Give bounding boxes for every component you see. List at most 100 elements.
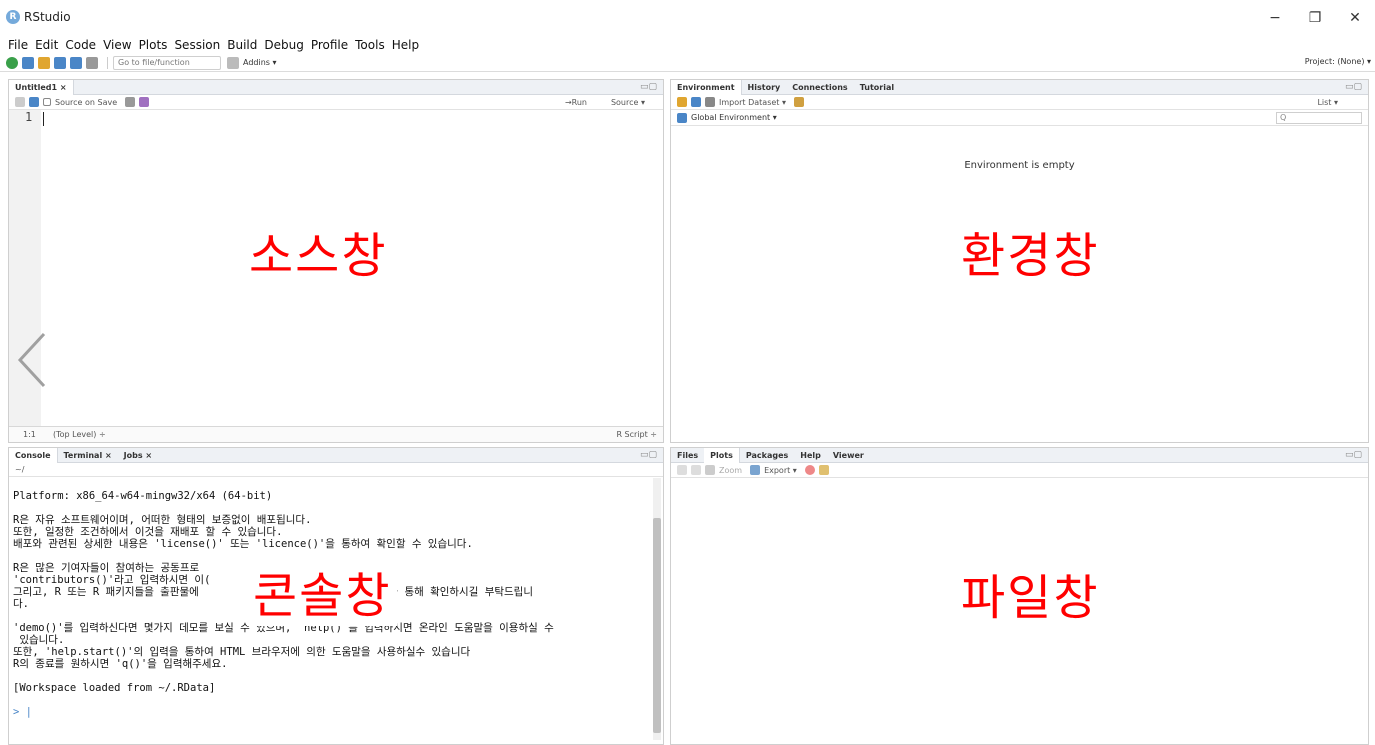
tab-tutorial[interactable]: Tutorial (854, 80, 900, 95)
tab-terminal[interactable]: Terminal × (58, 448, 118, 463)
files-pane: Files Plots Packages Help Viewer ▭▢ Zoom… (670, 447, 1369, 745)
menu-debug[interactable]: Debug (264, 36, 303, 54)
minimize-button[interactable]: − (1255, 8, 1295, 28)
menu-edit[interactable]: Edit (35, 36, 58, 54)
tab-plots[interactable]: Plots (704, 447, 740, 463)
source-tab-bar: Untitled1 × (9, 79, 663, 95)
main-toolbar: Go to file/function Addins ▾ Project: (N… (0, 54, 1375, 72)
list-view-button[interactable]: List ▾ (1317, 98, 1338, 107)
export-button[interactable]: Export ▾ (764, 466, 797, 475)
chevron-left-icon[interactable] (14, 330, 54, 390)
broom-icon[interactable] (793, 97, 804, 107)
window-title: RStudio (24, 10, 71, 24)
wand-icon[interactable] (139, 97, 150, 107)
tab-help[interactable]: Help (794, 448, 827, 463)
new-file-icon[interactable] (6, 56, 18, 69)
console-pane: Console Terminal × Jobs × ▭▢ ~/ Platform… (8, 447, 664, 745)
broom-icon[interactable] (818, 465, 829, 475)
console-pane-label: 콘솔창 (247, 556, 398, 626)
goto-file-input[interactable]: Go to file/function (113, 55, 221, 70)
pane-minmax-icon[interactable]: ▭▢ (640, 82, 657, 92)
tab-connections[interactable]: Connections (786, 80, 853, 95)
menu-build[interactable]: Build (227, 36, 257, 54)
project-menu[interactable]: Project: (None) ▾ (1305, 57, 1371, 66)
zoom-button[interactable]: Zoom (719, 466, 742, 475)
source-button[interactable]: Source ▾ (611, 98, 645, 107)
menu-code[interactable]: Code (65, 36, 96, 54)
file-type-selector[interactable]: R Script ÷ (616, 430, 657, 439)
env-scope-bar: Global Environment ▾ (671, 110, 1368, 126)
tab-history[interactable]: History (742, 80, 787, 95)
source-on-save-checkbox[interactable] (43, 98, 51, 106)
back-icon[interactable] (15, 97, 25, 107)
tab-environment[interactable]: Environment (671, 79, 742, 95)
menu-plots[interactable]: Plots (139, 36, 168, 54)
scope-selector[interactable]: (Top Level) ÷ (53, 430, 106, 439)
import-dataset-button[interactable]: Import Dataset ▾ (719, 98, 786, 107)
zoom-icon[interactable] (705, 465, 715, 475)
console-line: 또한, 일정한 조건하에서 이것을 재배포 할 수 있습니다. (13, 526, 283, 538)
console-line: 있습니다. (13, 634, 65, 646)
workspace-panes-icon[interactable] (227, 56, 239, 69)
open-folder-icon[interactable] (677, 97, 687, 107)
console-scroll-thumb[interactable] (653, 518, 661, 733)
console-line: 또한, 'help.start()'의 입력을 통하여 HTML 브라우저에 의… (13, 646, 471, 658)
arrow-left-icon[interactable] (677, 465, 687, 475)
source-toolbar: Source on Save →Run Source ▾ (9, 95, 663, 110)
tab-viewer[interactable]: Viewer (827, 448, 870, 463)
pane-minmax-icon[interactable]: ▭▢ (640, 450, 657, 460)
menu-view[interactable]: View (103, 36, 131, 54)
console-line: Platform: x86_64-w64-mingw32/x64 (64-bit… (13, 490, 273, 502)
console-line: R의 종료를 원하시면 'q()'을 입력해주세요. (13, 658, 228, 670)
tab-console[interactable]: Console (9, 447, 58, 463)
console-prompt[interactable]: > | (13, 706, 649, 718)
save-icon[interactable] (29, 97, 39, 107)
title-bar: R RStudio − ❐ ✕ (0, 0, 1375, 36)
arrow-right-icon[interactable] (691, 465, 701, 475)
new-project-icon[interactable] (22, 56, 34, 69)
menu-session[interactable]: Session (174, 36, 220, 54)
pane-minmax-icon[interactable]: ▭▢ (1345, 450, 1362, 460)
pane-minmax-icon[interactable]: ▭▢ (1345, 82, 1362, 92)
environment-scope-selector[interactable]: Global Environment ▾ (691, 113, 777, 122)
print-icon[interactable] (86, 56, 98, 69)
tab-packages[interactable]: Packages (740, 448, 794, 463)
goto-file-placeholder: Go to file/function (118, 58, 190, 67)
tab-jobs[interactable]: Jobs × (118, 448, 158, 463)
env-toolbar: Import Dataset ▾ List ▾ (671, 95, 1368, 110)
source-status-bar: 1:1 (Top Level) ÷ R Script ÷ (9, 426, 663, 442)
tab-untitled1[interactable]: Untitled1 × (9, 79, 74, 95)
env-search-input[interactable]: Q (1276, 112, 1362, 124)
maximize-button[interactable]: ❐ (1295, 8, 1335, 28)
search-icon[interactable] (125, 97, 136, 107)
line-number: 1 (25, 110, 33, 124)
console-line: [Workspace loaded from ~/.RData] (13, 682, 216, 694)
files-pane-label: 파일창 (961, 570, 1100, 626)
tab-files[interactable]: Files (671, 448, 704, 463)
menu-tools[interactable]: Tools (355, 36, 385, 54)
save-icon[interactable] (54, 56, 66, 69)
source-pane-label: 소스창 (249, 228, 388, 284)
environment-pane-label: 환경창 (961, 228, 1100, 284)
addins-button[interactable]: Addins ▾ (243, 58, 277, 67)
r-globe-icon (677, 112, 687, 123)
menu-profile[interactable]: Profile (311, 36, 348, 54)
files-tab-bar: Files Plots Packages Help Viewer (671, 447, 1368, 463)
rstudio-logo-icon: R (6, 10, 20, 24)
text-cursor (43, 112, 44, 126)
close-button[interactable]: ✕ (1335, 8, 1375, 28)
import-icon (705, 97, 715, 107)
export-icon[interactable] (750, 465, 761, 475)
save-icon[interactable] (691, 97, 701, 107)
plots-toolbar: Zoom Export ▾ (671, 463, 1368, 478)
menu-help[interactable]: Help (392, 36, 419, 54)
open-file-icon[interactable] (38, 56, 50, 69)
remove-plot-icon[interactable] (804, 465, 815, 475)
console-tab-bar: Console Terminal × Jobs × (9, 447, 663, 463)
menu-file[interactable]: File (8, 36, 28, 54)
run-button[interactable]: →Run (565, 98, 587, 107)
save-all-icon[interactable] (70, 56, 82, 69)
